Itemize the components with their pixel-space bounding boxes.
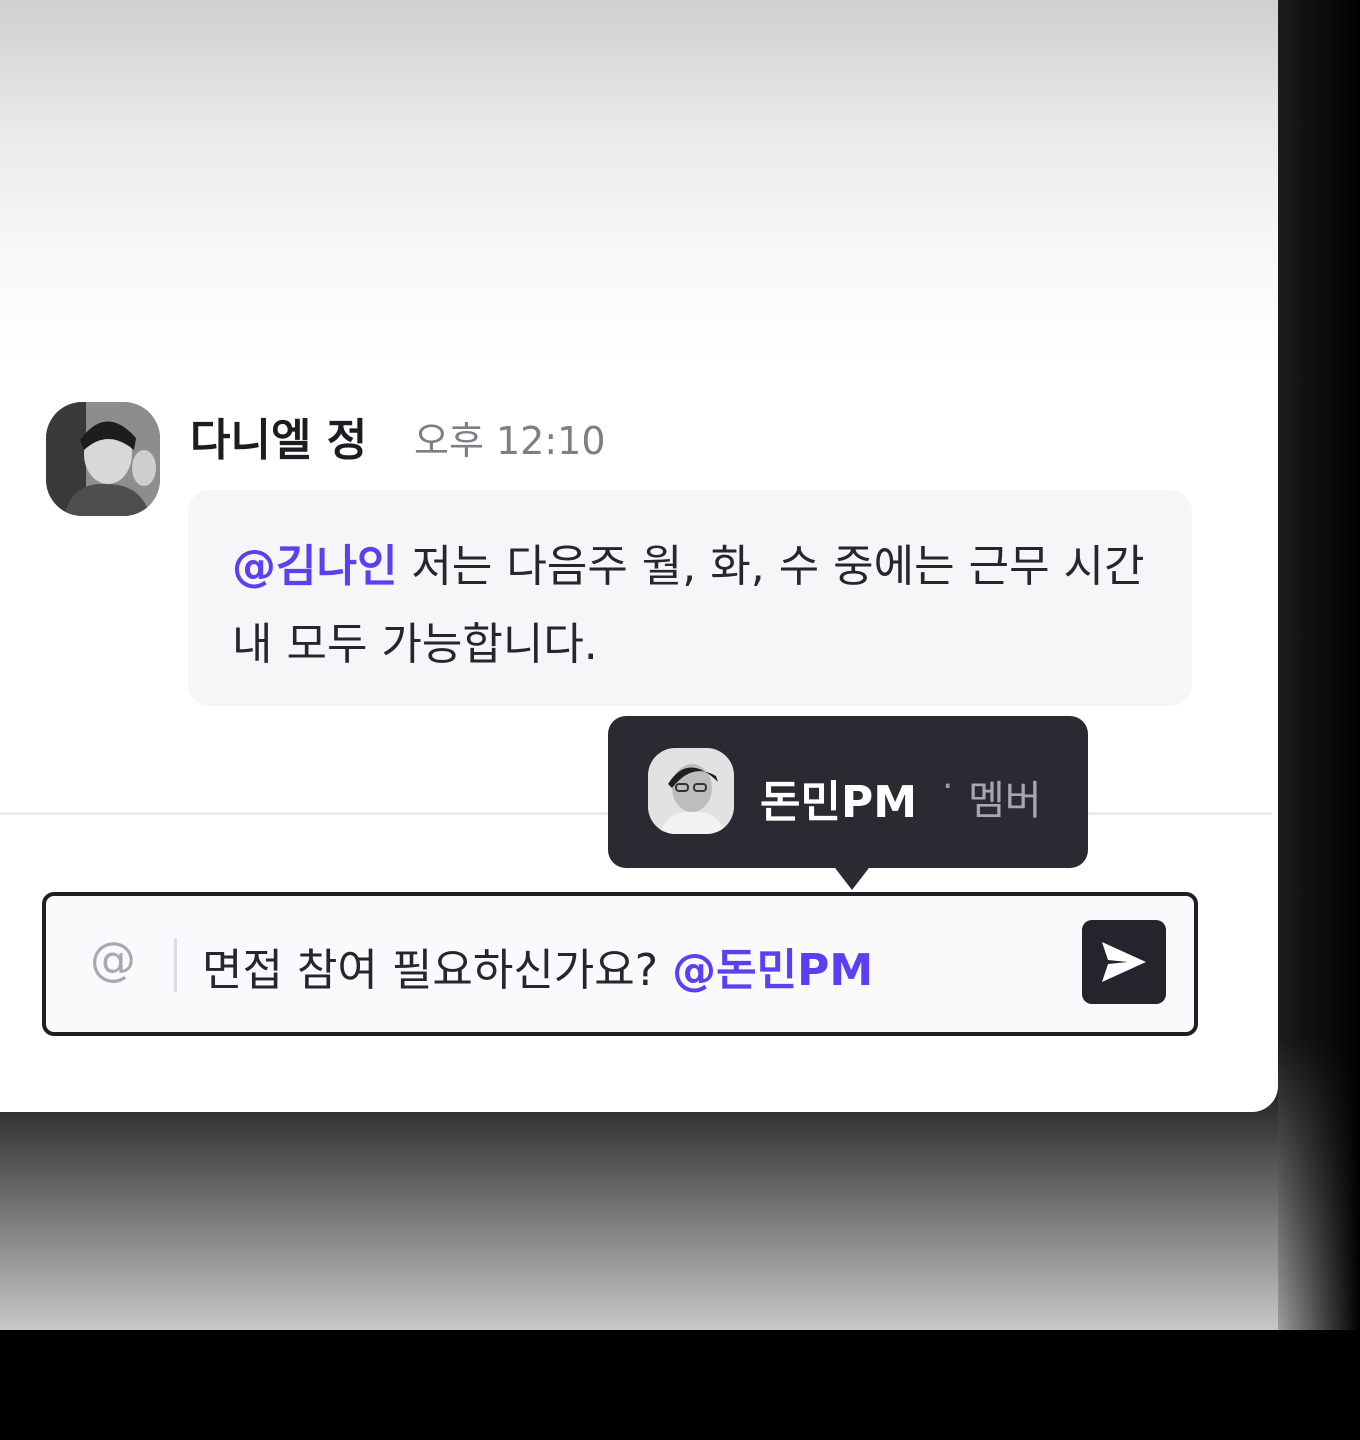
scene: 다니엘 정 오후 12:10 @김나인 저는 다음주 월, 화, 수 중에는 근…: [0, 0, 1360, 1440]
send-arrow-icon: [1102, 942, 1146, 982]
message-mention[interactable]: @김나인: [232, 541, 397, 592]
input-text: 면접 참여 필요하신가요?: [202, 945, 673, 996]
send-button[interactable]: [1082, 920, 1166, 1004]
message-text: @김나인 저는 다음주 월, 화, 수 중에는 근무 시간 내 모두 가능합니다…: [232, 528, 1162, 684]
suggestion-name: 돈민PM: [760, 777, 917, 828]
message-input[interactable]: @ 면접 참여 필요하신가요? @돈민PM: [42, 892, 1198, 1036]
message-timestamp: 오후 12:10: [414, 419, 606, 463]
top-fade: [0, 0, 1278, 360]
at-sign-icon[interactable]: @: [90, 932, 136, 986]
suggestion-avatar: [648, 748, 734, 834]
card-shadow-right: [1278, 0, 1360, 1330]
input-mention[interactable]: @돈민PM: [672, 945, 873, 996]
input-separator: [174, 938, 177, 992]
chat-panel: 다니엘 정 오후 12:10 @김나인 저는 다음주 월, 화, 수 중에는 근…: [0, 0, 1278, 1112]
message-bubble: @김나인 저는 다음주 월, 화, 수 중에는 근무 시간 내 모두 가능합니다…: [188, 490, 1192, 706]
sender-name[interactable]: 다니엘 정: [190, 404, 367, 468]
suggestion-role: 멤버: [968, 778, 1042, 824]
tooltip-pointer: [832, 864, 872, 890]
mention-suggestion[interactable]: 돈민PM · 멤버: [608, 716, 1088, 868]
input-value[interactable]: 면접 참여 필요하신가요? @돈민PM: [202, 934, 873, 998]
suggestion-separator: ·: [942, 766, 954, 807]
sender-avatar[interactable]: [46, 402, 160, 516]
